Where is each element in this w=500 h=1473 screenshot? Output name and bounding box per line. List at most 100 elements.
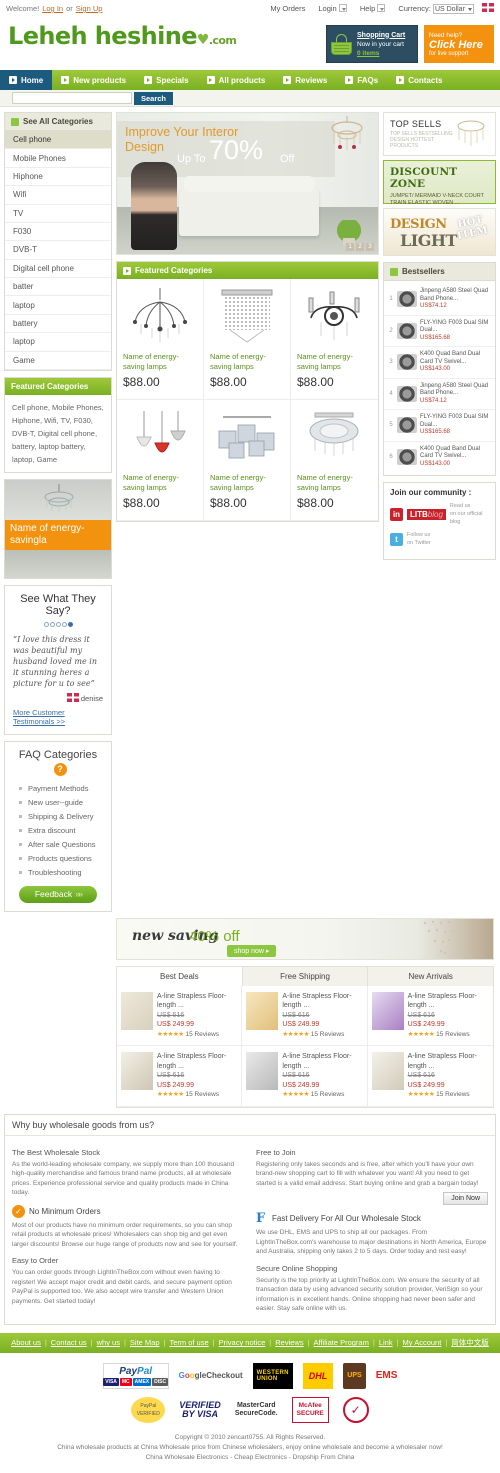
chevron-down-icon[interactable] <box>338 4 347 12</box>
faq-item-shipping-delivery[interactable]: Shipping & Delivery <box>19 810 105 824</box>
hero-banner[interactable]: Improve Your Interor Design Up To 70% Of… <box>116 112 379 255</box>
faq-item-extra-discount[interactable]: Extra discount <box>19 824 105 838</box>
bestseller-title[interactable]: FLY-YING F003 Dual SIM Dual... <box>420 320 488 334</box>
footer-link-link[interactable]: Link <box>379 1338 393 1347</box>
live-support-banner[interactable]: Need help? Click Here for live support <box>424 25 494 63</box>
faq-item-payment-methods[interactable]: Payment Methods <box>19 782 105 796</box>
categories-header[interactable]: See All Categories <box>5 113 111 131</box>
deal-title[interactable]: A-line Strapless Floor-length ... <box>408 992 489 1011</box>
tab-free-shipping[interactable]: Free Shipping <box>243 966 369 986</box>
testimonial-pager[interactable] <box>13 619 103 629</box>
blog-row[interactable]: in LITBblog Read us on our official blog <box>390 502 489 526</box>
sidebar-item-cell-phone[interactable]: Cell phone <box>5 131 111 150</box>
sidebar-item-battery[interactable]: battery <box>5 315 111 334</box>
currency-selector[interactable]: Currency: US Dollar <box>398 2 494 15</box>
sidebar-item-laptop[interactable]: laptop <box>5 296 111 315</box>
discount-zone-banner[interactable]: DISCOUNT ZONE JUMPET/ MERMAID V-NECK COU… <box>383 160 496 206</box>
hero-pager[interactable]: 1 2 3 <box>346 243 374 251</box>
footer-link-site-map[interactable]: Site Map <box>130 1338 160 1347</box>
pager-dot[interactable] <box>61 621 67 627</box>
product-name[interactable]: Name of energy-saving lamps <box>210 352 284 372</box>
deal-card[interactable]: A-line Strapless Floor-length ... US$ 61… <box>367 1046 493 1107</box>
nav-item-new-products[interactable]: New products <box>52 70 135 90</box>
sidebar-item-batter[interactable]: batter <box>5 278 111 297</box>
pager-dot-active[interactable] <box>67 621 73 627</box>
product-card[interactable]: Name of energy-saving lamps $88.00 <box>290 279 378 400</box>
bestseller-title[interactable]: FLY-YING F003 Dual SIM Dual... <box>420 414 488 428</box>
deal-card[interactable]: A-line Strapless Floor-length ... US$ 61… <box>117 1046 243 1107</box>
nav-item-contacts[interactable]: Contacts <box>387 70 451 90</box>
product-name[interactable]: Name of energy-saving lamps <box>210 473 284 493</box>
tab-best-deals[interactable]: Best Deals <box>117 966 243 986</box>
footer-link-contact-us[interactable]: Contact us <box>51 1338 87 1347</box>
search-input[interactable] <box>12 92 132 104</box>
help-click-here[interactable]: Click Here <box>429 39 494 51</box>
bestseller-title[interactable]: K400 Quad Band Dual Card TV Swivel... <box>420 351 480 365</box>
top-sells-banner[interactable]: TOP SELLS TOP SELLS BESTSELLING DESIGN H… <box>383 112 496 156</box>
sidebar-promo-banner[interactable]: Name of energy-savingla <box>4 478 112 579</box>
list-item[interactable]: 6 K400 Quad Band Dual Card TV Swivel... U… <box>384 442 495 473</box>
hero-pager-3[interactable]: 3 <box>366 243 374 251</box>
bestseller-title[interactable]: K400 Quad Band Dual Card TV Swivel... <box>420 446 480 460</box>
sidebar-item-mobile-phones[interactable]: Mobile Phones <box>5 149 111 168</box>
login-link[interactable]: Log In <box>42 4 63 13</box>
deal-card[interactable]: A-line Strapless Floor-length ... US$ 61… <box>367 986 493 1047</box>
nav-item-home[interactable]: Home <box>0 70 53 90</box>
sidebar-item-f030[interactable]: F030 <box>5 223 111 242</box>
tab-new-arrivals[interactable]: New Arrivals <box>368 967 493 986</box>
list-item[interactable]: 4 Jinpeng A580 Steel Quad Band Phone... U… <box>384 379 495 410</box>
deal-card[interactable]: A-line Strapless Floor-length ... US$ 61… <box>242 1046 368 1107</box>
deal-reviews[interactable]: ★★★★★ 15 Reviews <box>282 1030 362 1040</box>
product-card[interactable]: Name of energy-saving lamps $88.00 <box>290 400 378 521</box>
bestseller-title[interactable]: Jinpeng A580 Steel Quad Band Phone... <box>420 383 488 397</box>
product-name[interactable]: Name of energy-saving lamps <box>123 473 197 493</box>
help-menu[interactable]: Help <box>360 4 386 13</box>
cart-item-count[interactable]: 0 items <box>357 49 405 58</box>
deal-title[interactable]: A-line Strapless Floor-length ... <box>282 1052 362 1071</box>
sidebar-item-hiphone[interactable]: Hiphone <box>5 168 111 187</box>
chevron-down-icon[interactable] <box>377 4 386 12</box>
footer-link-chinese[interactable]: 简体中文版 <box>451 1337 489 1348</box>
design-light-banner[interactable]: DESIGN LIGHT HOT ITEM <box>383 208 496 256</box>
signup-link[interactable]: Sign Up <box>76 4 103 13</box>
feedback-button[interactable]: Feedback»» <box>19 885 97 903</box>
product-name[interactable]: Name of energy-saving lamps <box>123 352 197 372</box>
join-now-button[interactable]: Join Now <box>443 1192 488 1206</box>
product-card[interactable]: Name of energy-saving lamps $88.00 <box>117 279 204 400</box>
faq-item-new-user-guide[interactable]: New user--guide <box>19 796 105 810</box>
faq-item-troubleshooting[interactable]: Troubleshooting <box>19 866 105 880</box>
product-card[interactable]: Name of energy-saving lamps $88.00 <box>203 279 291 400</box>
deal-title[interactable]: A-line Strapless Floor-length ... <box>157 1052 237 1071</box>
deal-title[interactable]: A-line Strapless Floor-length ... <box>282 992 362 1011</box>
hero-pager-1[interactable]: 1 <box>346 243 354 251</box>
footer-link-term-of-use[interactable]: Term of use <box>169 1338 208 1347</box>
new-saving-banner[interactable]: new saving 40% off shop now ▸ <box>116 917 494 960</box>
more-testimonials-link[interactable]: More Customer Testimonials >> <box>13 708 103 726</box>
faq-item-after-sale-questions[interactable]: After sale Questions <box>19 838 105 852</box>
uk-flag-icon[interactable] <box>482 2 494 12</box>
list-item[interactable]: 3 K400 Quad Band Dual Card TV Swivel... U… <box>384 347 495 379</box>
pager-dot[interactable] <box>49 621 55 627</box>
bestseller-title[interactable]: Jinpeng A580 Steel Quad Band Phone... <box>420 288 488 302</box>
shopping-cart-box[interactable]: Shopping Cart Now in your cart 0 items <box>326 25 418 63</box>
twitter-row[interactable]: t Follow us on Twitter <box>390 531 489 547</box>
footer-link-reviews[interactable]: Reviews <box>275 1338 303 1347</box>
site-logo[interactable]: Leheh heshine♥.com <box>8 21 237 56</box>
faq-item-products-questions[interactable]: Products questions <box>19 852 105 866</box>
footer-link-about-us[interactable]: About us <box>11 1338 41 1347</box>
sidebar-item-wifi[interactable]: Wifi <box>5 186 111 205</box>
product-name[interactable]: Name of energy-saving lamps <box>297 352 372 372</box>
footer-link-affiliate-program[interactable]: Affiliate Program <box>314 1338 369 1347</box>
deal-title[interactable]: A-line Strapless Floor-length ... <box>408 1052 489 1071</box>
shop-now-button[interactable]: shop now ▸ <box>227 944 277 957</box>
sidebar-item-dvbt[interactable]: DVB-T <box>5 241 111 260</box>
deal-reviews[interactable]: ★★★★★ 15 Reviews <box>408 1090 489 1100</box>
product-card[interactable]: Name of energy-saving lamps $88.00 <box>203 400 291 521</box>
footer-link-privacy-notice[interactable]: Privacy notice <box>219 1338 266 1347</box>
search-button[interactable]: Search <box>134 91 174 105</box>
nav-item-specials[interactable]: Specials <box>135 70 197 90</box>
pager-dot[interactable] <box>55 621 61 627</box>
list-item[interactable]: 1 Jinpeng A580 Steel Quad Band Phone... U… <box>384 284 495 316</box>
sidebar-item-laptop-2[interactable]: laptop <box>5 333 111 352</box>
deal-card[interactable]: A-line Strapless Floor-length ... US$ 61… <box>117 985 243 1047</box>
